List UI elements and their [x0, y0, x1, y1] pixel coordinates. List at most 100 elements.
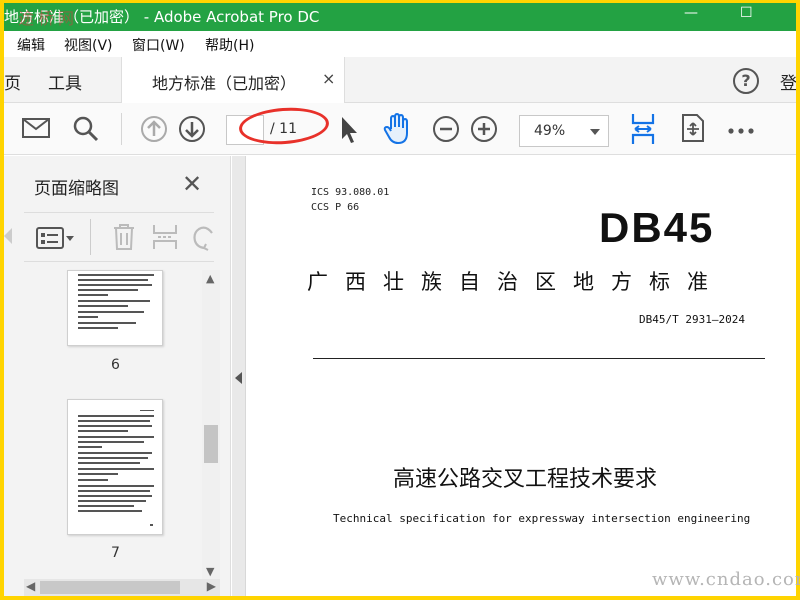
thumbnail-options-icon[interactable]: [36, 227, 76, 253]
page-thumbnails-panel: 页面缩略图 ✕ 6 7 ▲ ▼ ◀ ▶: [4, 156, 231, 596]
text-line: [78, 441, 144, 443]
text-line: [78, 479, 108, 481]
menu-help[interactable]: 帮助(H): [205, 35, 254, 55]
page-thumbnail[interactable]: [67, 270, 163, 346]
zoom-in-icon[interactable]: [470, 115, 498, 147]
text-line: [150, 524, 153, 526]
panel-title: 页面缩略图: [34, 179, 119, 199]
scroll-right-icon[interactable]: ▶: [207, 579, 216, 593]
ccs-code: CCS P 66: [311, 202, 360, 213]
text-line: [78, 327, 118, 329]
hand-tool-icon[interactable]: [382, 112, 412, 149]
text-line: [78, 294, 108, 296]
scroll-down-icon[interactable]: ▼: [206, 565, 214, 578]
toolbar-divider: [121, 113, 122, 145]
text-line: [78, 284, 152, 286]
delete-page-icon[interactable]: [112, 223, 136, 255]
page-thumbnail[interactable]: [67, 399, 163, 535]
text-line: [78, 420, 150, 422]
thumbnail-page-number: 7: [111, 545, 120, 561]
document-title-chinese: 高速公路交叉工程技术要求: [393, 467, 658, 492]
menu-window[interactable]: 窗口(W): [132, 35, 185, 55]
collapse-left-icon[interactable]: [235, 372, 242, 384]
text-line: [78, 505, 134, 507]
next-page-icon[interactable]: [178, 115, 206, 147]
text-line: [78, 311, 144, 313]
text-line: [78, 279, 148, 281]
text-line: [78, 274, 154, 276]
zoom-value: 49%: [534, 123, 566, 139]
text-line: [78, 300, 150, 302]
text-line: [78, 446, 102, 448]
zoom-out-icon[interactable]: [432, 115, 460, 147]
close-panel-icon[interactable]: ✕: [182, 170, 202, 198]
text-line: [140, 410, 154, 411]
tab-document-label: 地方标准（已加密）: [152, 74, 297, 93]
scrollbar-thumb[interactable]: [40, 581, 180, 594]
text-line: [78, 305, 128, 307]
menu-bar: 编辑 视图(V) 窗口(W) 帮助(H): [4, 31, 796, 57]
tab-tools[interactable]: 工具: [48, 69, 82, 94]
text-line: [78, 490, 150, 492]
standard-code-logo: DB45: [599, 204, 715, 251]
text-line: [78, 468, 154, 470]
title-bar: 地方标准（已加密） - Adobe Acrobat Pro DC 途桥网 — ☐: [4, 3, 796, 31]
tab-home[interactable]: 页: [4, 69, 21, 94]
menu-view[interactable]: 视图(V): [64, 35, 113, 55]
chevron-down-icon: [590, 129, 600, 135]
text-line: [78, 473, 118, 475]
toolbar: / 11 49%: [4, 103, 796, 155]
email-icon[interactable]: [22, 116, 50, 144]
text-line: [78, 462, 140, 464]
text-line: [78, 495, 152, 497]
ics-code: ICS 93.080.01: [311, 187, 390, 198]
close-tab-icon[interactable]: ×: [322, 69, 335, 88]
more-options-icon[interactable]: [728, 120, 754, 139]
thumbnail-vertical-scrollbar[interactable]: ▲ ▼: [202, 270, 220, 580]
text-line: [78, 485, 154, 487]
text-line: [78, 415, 154, 417]
text-line: [78, 500, 146, 502]
menu-edit[interactable]: 编辑: [17, 35, 45, 55]
panel-toolbar: [24, 212, 214, 262]
zoom-select[interactable]: 49%: [519, 115, 609, 147]
minimize-button[interactable]: —: [684, 5, 698, 21]
text-line: [78, 322, 136, 324]
text-line: [78, 316, 98, 318]
acrobat-window: 地方标准（已加密） - Adobe Acrobat Pro DC 途桥网 — ☐…: [4, 3, 796, 596]
scrollbar-thumb[interactable]: [204, 425, 218, 463]
tab-document[interactable]: 地方标准（已加密） ×: [121, 57, 345, 103]
fit-width-icon[interactable]: [630, 112, 656, 150]
site-watermark-bottom: www.cndao.com: [652, 569, 800, 590]
standard-name: 广西壮族自治区地方标准: [307, 270, 725, 294]
thumbnail-horizontal-scrollbar[interactable]: ◀ ▶: [24, 579, 220, 596]
text-line: [78, 510, 142, 512]
scroll-up-icon[interactable]: ▲: [206, 272, 214, 285]
panel-collapse-handle[interactable]: [232, 156, 246, 596]
rotate-page-icon[interactable]: [192, 223, 214, 255]
text-line: [78, 436, 154, 438]
scroll-mode-icon[interactable]: [680, 113, 706, 147]
insert-page-icon[interactable]: [152, 223, 178, 255]
maximize-button[interactable]: ☐: [740, 5, 753, 21]
annotation-circle: [237, 104, 331, 148]
text-line: [78, 457, 148, 459]
previous-page-icon[interactable]: [140, 115, 168, 147]
panel-pointer-icon: [4, 228, 12, 244]
panel-toolbar-divider: [90, 219, 91, 255]
divider-line: [313, 358, 765, 359]
search-icon[interactable]: [72, 115, 100, 147]
document-title-english: Technical specification for expressway i…: [333, 512, 751, 525]
tab-row: 页 工具 地方标准（已加密） × ? 登: [4, 57, 796, 103]
scroll-left-icon[interactable]: ◀: [26, 579, 35, 593]
text-line: [78, 425, 152, 427]
document-page: ICS 93.080.01 CCS P 66 DB45 广西壮族自治区地方标准 …: [247, 156, 796, 596]
text-line: [78, 452, 152, 454]
select-cursor-icon[interactable]: [338, 115, 360, 149]
text-line: [78, 430, 128, 432]
thumbnail-page-number: 6: [111, 357, 120, 373]
standard-number: DB45/T 2931—2024: [639, 313, 745, 326]
text-line: [78, 289, 138, 291]
help-icon[interactable]: ?: [733, 68, 759, 94]
sign-in-button[interactable]: 登: [780, 69, 796, 94]
